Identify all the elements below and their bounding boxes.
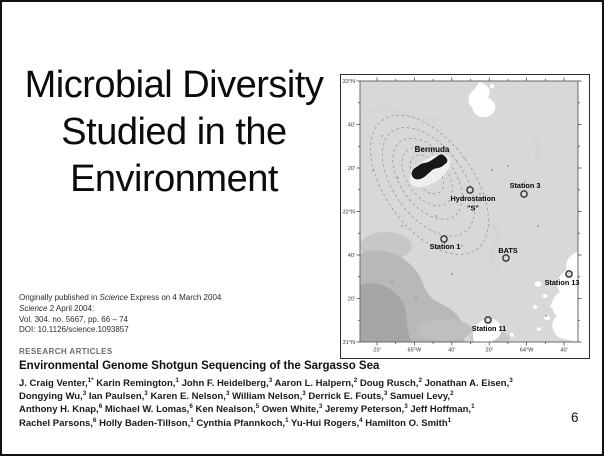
- affiliation-superscript: 6: [93, 416, 97, 423]
- station-label: Station 3: [510, 181, 541, 190]
- longitude-tick-label: 20': [486, 348, 493, 354]
- affiliation-superscript: 1*: [88, 377, 94, 384]
- affiliation-superscript: 1: [471, 403, 475, 410]
- title-line: Environment: [6, 156, 342, 203]
- page-number: 6: [571, 410, 579, 425]
- station-label: Station 1: [430, 242, 461, 251]
- affiliation-superscript: 3: [404, 403, 408, 410]
- affiliation-superscript: 2: [354, 377, 358, 384]
- longitude-tick-label: 40': [448, 348, 455, 354]
- affiliation-superscript: 4: [359, 416, 363, 423]
- affiliation-superscript: 1: [285, 416, 289, 423]
- author-list: J. Craig Venter,1* Karin Remington,1 Joh…: [19, 377, 585, 430]
- station-label: BATS: [498, 246, 517, 255]
- longitude-tick-label: 40': [560, 348, 567, 354]
- bermuda-label: Bermuda: [415, 145, 450, 154]
- presentation-slide: Microbial DiversityStudied in theEnviron…: [0, 0, 604, 456]
- affiliation-superscript: 3: [509, 377, 513, 384]
- sargasso-sea-map: 33°N 40' 20' 32°N 40' 20' 31°N 20' 65°W 40' 20' 64°…: [340, 74, 590, 359]
- longitude-tick-label: 65°W: [408, 348, 422, 354]
- station-marker: [503, 255, 509, 261]
- affiliation-superscript: 2: [418, 377, 422, 384]
- citation-line: Vol. 304. no. 5667, pp. 66 – 74: [19, 315, 339, 326]
- author-line: Anthony H. Knap,6 Michael W. Lomas,6 Ken…: [19, 403, 585, 416]
- longitude-tick-label: 64°W: [520, 348, 534, 354]
- affiliation-superscript: 6: [99, 403, 103, 410]
- station-label: Station 13: [545, 278, 580, 287]
- citation-line: Science 2 April 2004:: [19, 304, 339, 315]
- affiliation-superscript: 1: [448, 416, 452, 423]
- affiliation-superscript: 3: [269, 377, 273, 384]
- station-marker: [521, 191, 527, 197]
- affiliation-superscript: 3: [319, 403, 323, 410]
- station-marker: [467, 187, 473, 193]
- latitude-tick-label: 20': [348, 297, 355, 303]
- author-line: Dongying Wu,3 Ian Paulsen,3 Karen E. Nel…: [19, 390, 585, 403]
- map-figure: 33°N 40' 20' 32°N 40' 20' 31°N 20' 65°W 40' 20' 64°…: [340, 74, 590, 359]
- title-line: Microbial Diversity: [6, 62, 342, 109]
- affiliation-superscript: 5: [256, 403, 260, 410]
- affiliation-superscript: 1: [175, 377, 179, 384]
- section-label: RESEARCH ARTICLES: [19, 347, 113, 356]
- affiliation-superscript: 2: [450, 390, 454, 397]
- latitude-tick-label: 20': [348, 166, 355, 172]
- affiliation-superscript: 6: [189, 403, 193, 410]
- station-marker: [566, 271, 572, 277]
- latitude-tick-label: 40': [348, 253, 355, 259]
- citation-line: DOI: 10.1126/science.1093857: [19, 325, 339, 336]
- latitude-tick-label: 33°N: [343, 79, 356, 85]
- station-marker: [485, 317, 491, 323]
- station-label: Station 11: [472, 324, 506, 333]
- citation-block: Originally published in Science Express …: [19, 293, 339, 336]
- affiliation-superscript: 3: [144, 390, 148, 397]
- longitude-tick-label: 20': [373, 348, 380, 354]
- affiliation-superscript: 3: [226, 390, 230, 397]
- citation-line: Originally published in Science Express …: [19, 293, 339, 304]
- affiliation-superscript: 3: [83, 390, 87, 397]
- author-line: Rachel Parsons,6 Holly Baden-Tillson,1 C…: [19, 417, 585, 430]
- title-line: Studied in the: [6, 109, 342, 156]
- slide-title: Microbial DiversityStudied in theEnviron…: [6, 62, 342, 203]
- affiliation-superscript: 1: [190, 416, 194, 423]
- affiliation-superscript: 3: [384, 390, 388, 397]
- latitude-tick-label: 31°N: [343, 340, 356, 346]
- author-line: J. Craig Venter,1* Karin Remington,1 Joh…: [19, 377, 585, 390]
- latitude-tick-label: 40': [348, 123, 355, 129]
- article-title: Environmental Genome Shotgun Sequencing …: [19, 360, 579, 372]
- affiliation-superscript: 3: [302, 390, 306, 397]
- latitude-tick-label: 32°N: [343, 210, 356, 216]
